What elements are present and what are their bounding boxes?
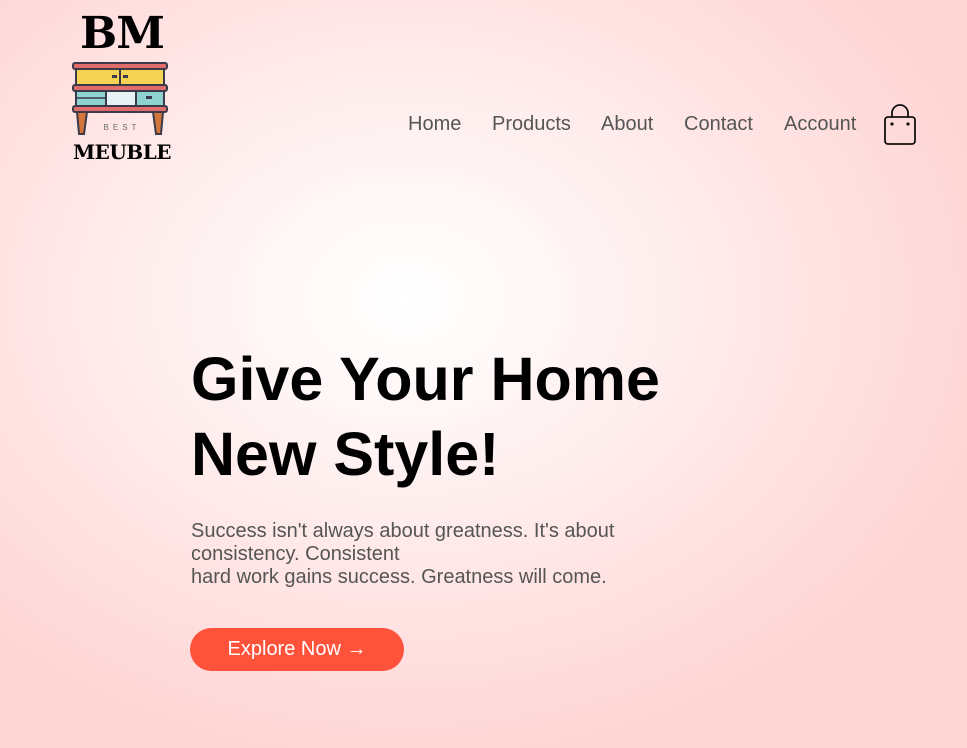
hero-description-line-2: consistency. Consistent [191, 543, 400, 565]
nav-item-about[interactable]: About [601, 112, 653, 136]
hero-title: Give Your Home New Style! [191, 342, 751, 492]
hero-title-line-2: New Style! [191, 420, 500, 488]
explore-now-button[interactable]: Explore Now → [190, 628, 404, 671]
nav-item-contact[interactable]: Contact [684, 112, 753, 136]
hero-title-line-1: Give Your Home [191, 345, 660, 413]
brand-logo[interactable]: BM BEST MEUBLE [68, 12, 176, 164]
shopping-bag-icon[interactable] [882, 104, 918, 146]
logo-top-text: BM [80, 8, 165, 59]
main-nav: Home Products About Contact Account [0, 112, 967, 138]
nav-item-products[interactable]: Products [492, 112, 571, 136]
hero-description: Success isn't always about greatness. It… [191, 520, 691, 589]
nav-item-home[interactable]: Home [408, 112, 461, 136]
hero-description-line-3: hard work gains success. Greatness will … [191, 566, 607, 588]
logo-bottom-text: MEUBLE [72, 140, 172, 164]
hero-description-line-1: Success isn't always about greatness. It… [191, 520, 615, 542]
nav-item-account[interactable]: Account [784, 112, 856, 136]
